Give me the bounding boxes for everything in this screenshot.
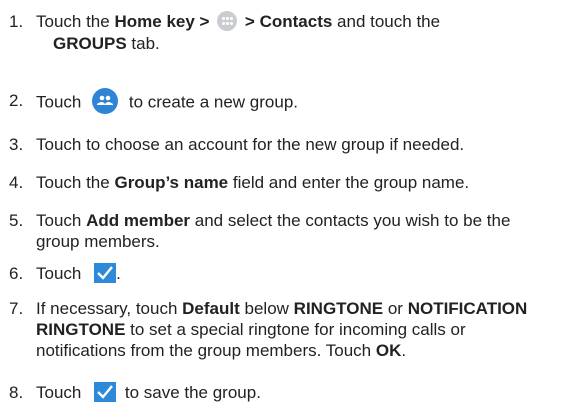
default-label: Default <box>182 299 240 318</box>
step-5: 5. Touch Add member and select the conta… <box>0 210 560 254</box>
step-number: 2. <box>9 91 24 110</box>
new-group-icon <box>92 88 119 114</box>
step-text: Touch Add member and select the contacts… <box>36 211 511 251</box>
instruction-list: 1. Touch the Home key > > Contacts and t… <box>0 0 566 406</box>
step-6: 6. Touch . <box>0 262 560 287</box>
step-text: If necessary, touch Default below RINGTO… <box>36 299 528 360</box>
step-number: 4. <box>9 173 24 192</box>
step-text: Touch to create a new group. <box>36 88 560 116</box>
step-7: 7. If necessary, touch Default below RIN… <box>0 298 560 386</box>
step-number: 3. <box>9 135 24 154</box>
ringtone-label: RINGTONE <box>293 299 384 318</box>
step-text: Touch the Home key > > Contacts and touc… <box>36 10 441 53</box>
step-4: 4. Touch the Group’s name field and ente… <box>0 172 560 194</box>
step-text: Touch . <box>36 262 121 283</box>
home-key-label: Home <box>114 12 162 31</box>
check-icon <box>94 381 117 402</box>
check-icon <box>94 262 117 283</box>
step-1: 1. Touch the Home key > > Contacts and t… <box>0 10 560 61</box>
step-text: Touch to save the group. <box>36 381 261 402</box>
step-number: 1. <box>9 12 24 31</box>
apps-grid-icon <box>217 10 238 31</box>
step-number: 8. <box>9 383 24 402</box>
step-number: 6. <box>9 264 24 283</box>
step-text: Touch the Group’s name field and enter t… <box>36 173 470 192</box>
ok-label: OK <box>375 341 402 360</box>
step-number: 5. <box>9 211 24 230</box>
step-text: Touch to choose an account for the new g… <box>36 135 465 154</box>
group-name-label: Group’s name <box>114 173 229 192</box>
step-3: 3. Touch to choose an account for the ne… <box>0 134 560 156</box>
groups-tab-label: GROUPS <box>53 33 127 53</box>
contacts-label: > Contacts <box>244 12 333 31</box>
add-member-label: Add member <box>86 211 191 230</box>
step-8: 8. Touch to save the group. <box>0 381 560 406</box>
step-number: 7. <box>9 299 24 318</box>
step-2: 2. Touch to create a new group. <box>0 88 560 116</box>
